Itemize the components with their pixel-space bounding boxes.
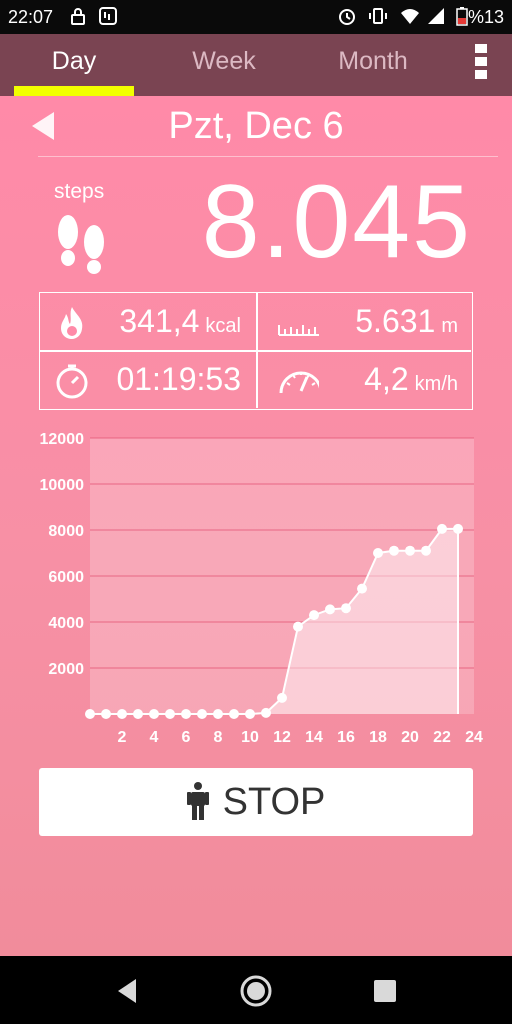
distance-value: 5.631 — [355, 303, 436, 339]
distance-cell: 5.631 m — [257, 293, 472, 350]
tab-month[interactable]: Month — [313, 34, 433, 96]
chart-x-tick-label: 24 — [465, 729, 483, 746]
chart-data-point — [245, 709, 255, 719]
stop-button[interactable]: STOP — [39, 768, 473, 836]
overflow-menu-icon[interactable] — [474, 44, 488, 82]
chart-data-point — [341, 603, 351, 614]
active-tab-indicator — [14, 86, 134, 96]
chart-data-point — [373, 548, 383, 558]
chart-data-point — [357, 583, 367, 594]
chart-data-point — [277, 692, 287, 703]
status-bar: 22:07 %13 — [0, 0, 512, 34]
wifi-icon — [401, 9, 419, 24]
chart-data-point — [437, 523, 447, 534]
stop-button-label: STOP — [222, 781, 326, 823]
chart-data-point — [197, 709, 207, 719]
calories-value: 341,4 — [119, 303, 200, 339]
chart-data-point — [405, 545, 415, 556]
chart-x-tick-label: 22 — [433, 729, 451, 746]
chart-data-point — [389, 545, 399, 556]
status-time: 22:07 — [8, 7, 54, 27]
nav-back-icon[interactable] — [110, 974, 144, 1008]
chart-x-tick-label: 18 — [369, 729, 387, 746]
nav-recents-icon[interactable] — [368, 974, 402, 1008]
chart-x-tick-label: 20 — [401, 729, 419, 746]
stopwatch-icon — [56, 364, 88, 399]
chart-y-tick-label: 6000 — [48, 569, 84, 586]
person-walking-icon — [186, 782, 209, 820]
date-title: Pzt, Dec 6 — [168, 105, 344, 147]
chart-data-point — [133, 709, 143, 719]
chart-data-point — [117, 709, 127, 719]
steps-area-chart: 200040006000800010000120002 4 6 8 10 12 14 16 18… — [40, 431, 484, 746]
chart-x-tick-label: 10 — [241, 729, 259, 746]
chart-y-tick-label: 4000 — [48, 615, 84, 632]
app-notification-icon — [99, 7, 117, 25]
chart-x-tick-label: 4 — [150, 729, 159, 746]
main-content: Pzt, Dec 6 steps 8.045 341,4 kcal 5.631 m — [0, 96, 512, 956]
navigation-bar — [0, 956, 512, 1024]
chart-x-tick-label: 14 — [305, 729, 323, 746]
nav-home-icon[interactable] — [239, 974, 273, 1008]
chart-y-tick-label: 12000 — [40, 431, 85, 448]
chart-y-tick-label: 10000 — [40, 477, 85, 494]
chart-data-point — [149, 709, 159, 719]
chart-x-tick-label: 12 — [273, 729, 291, 746]
flame-icon — [61, 307, 83, 339]
chart-y-tick-label: 8000 — [48, 523, 84, 540]
stats-grid: 341,4 kcal 5.631 m 01:19:53 4,2 km/h — [39, 292, 473, 410]
tab-week[interactable]: Week — [164, 34, 284, 96]
speed-value: 4,2 — [364, 361, 409, 397]
steps-count: 8.045 — [201, 164, 472, 280]
chart-data-point — [325, 604, 335, 615]
chart-data-point — [453, 523, 463, 534]
duration-cell: 01:19:53 — [40, 351, 255, 408]
speed-unit: km/h — [414, 373, 458, 395]
chart-data-point — [309, 610, 319, 621]
calories-cell: 341,4 kcal — [40, 293, 255, 350]
speedometer-icon — [279, 371, 319, 394]
duration-value: 01:19:53 — [116, 361, 241, 397]
chart-data-point — [261, 707, 271, 718]
ruler-icon — [278, 325, 319, 336]
chart-x-tick-label: 2 — [118, 729, 127, 746]
chart-x-tick-label: 6 — [182, 729, 191, 746]
divider — [38, 156, 498, 157]
signal-icon — [428, 8, 444, 24]
chart-data-point — [181, 709, 191, 719]
vibrate-icon — [369, 8, 387, 24]
chart-data-point — [85, 709, 95, 719]
chart-x-tick-label: 16 — [337, 729, 355, 746]
chart-data-point — [293, 621, 303, 632]
footprints-icon — [58, 215, 104, 274]
alarm-icon — [339, 9, 355, 25]
distance-unit: m — [441, 315, 458, 337]
chart-data-point — [165, 709, 175, 719]
battery-percent: %13 — [467, 7, 504, 27]
chart-data-point — [213, 709, 223, 719]
steps-chart: 2000 4000 6000 8000 10000 12000 2 4 6 8 10 12 14 16 18… — [20, 426, 492, 754]
chart-y-tick-label: 2000 — [48, 661, 84, 678]
calories-unit: kcal — [205, 315, 241, 337]
chart-data-point — [229, 709, 239, 719]
speed-cell: 4,2 km/h — [257, 351, 472, 408]
steps-label: steps — [54, 180, 105, 203]
lock-icon — [71, 8, 85, 25]
chart-x-tick-label: 8 — [214, 729, 223, 746]
chart-data-point — [101, 709, 111, 719]
chart-data-point — [421, 545, 431, 556]
